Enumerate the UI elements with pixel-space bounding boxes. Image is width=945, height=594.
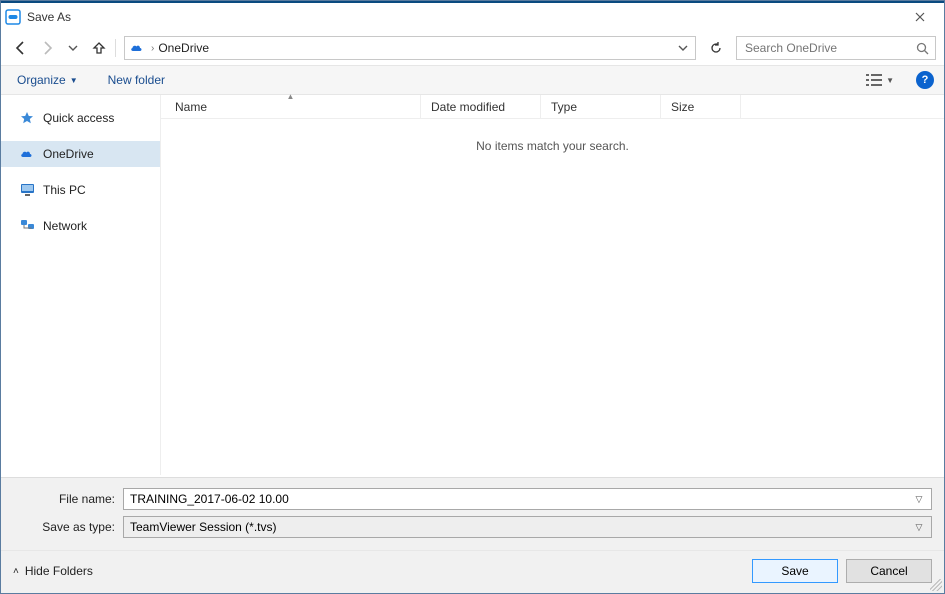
organize-button[interactable]: Organize ▼ bbox=[11, 70, 84, 90]
hide-folders-label: Hide Folders bbox=[25, 564, 93, 578]
monitor-icon bbox=[19, 182, 35, 198]
column-date[interactable]: Date modified bbox=[421, 95, 541, 118]
column-label: Size bbox=[671, 100, 694, 114]
breadcrumb[interactable]: › OneDrive bbox=[151, 41, 209, 55]
forward-button[interactable] bbox=[35, 36, 59, 60]
navpane-network[interactable]: Network bbox=[1, 213, 160, 239]
save-button[interactable]: Save bbox=[752, 559, 838, 583]
search-icon bbox=[916, 42, 929, 55]
column-name[interactable]: ▲ Name bbox=[161, 95, 421, 118]
navpane-this-pc[interactable]: This PC bbox=[1, 177, 160, 203]
navpane-label: OneDrive bbox=[43, 147, 94, 161]
onedrive-icon bbox=[19, 146, 35, 162]
chevron-down-icon: ▼ bbox=[886, 76, 894, 85]
empty-list-message: No items match your search. bbox=[161, 119, 944, 475]
column-size[interactable]: Size bbox=[661, 95, 741, 118]
nav-separator bbox=[115, 39, 116, 57]
refresh-button[interactable] bbox=[704, 36, 728, 60]
sort-indicator-icon: ▲ bbox=[287, 92, 295, 101]
title-bar: Save As bbox=[1, 3, 944, 31]
navpane-label: Quick access bbox=[43, 111, 114, 125]
address-bar[interactable]: › OneDrive bbox=[124, 36, 696, 60]
chevron-down-icon[interactable]: ▽ bbox=[911, 494, 927, 505]
search-input[interactable] bbox=[743, 40, 916, 56]
column-label: Type bbox=[551, 100, 577, 114]
navpane-label: This PC bbox=[43, 183, 86, 197]
toolbar: Organize ▼ New folder ▼ ? bbox=[1, 65, 944, 95]
close-button[interactable] bbox=[900, 3, 940, 31]
save-type-input[interactable] bbox=[128, 519, 911, 535]
navpane-label: Network bbox=[43, 219, 87, 233]
nav-row: › OneDrive bbox=[1, 31, 944, 65]
window-title: Save As bbox=[27, 10, 71, 24]
save-type-combo[interactable]: ▽ bbox=[123, 516, 932, 538]
navigation-pane: Quick access OneDrive This PC Network bbox=[1, 95, 161, 475]
chevron-down-icon[interactable]: ▽ bbox=[911, 522, 927, 533]
chevron-right-icon: › bbox=[151, 43, 154, 54]
navpane-onedrive[interactable]: OneDrive bbox=[1, 141, 160, 167]
breadcrumb-location[interactable]: OneDrive bbox=[158, 41, 209, 55]
address-dropdown[interactable] bbox=[675, 43, 691, 53]
help-button[interactable]: ? bbox=[916, 71, 934, 89]
cancel-button[interactable]: Cancel bbox=[846, 559, 932, 583]
star-icon bbox=[19, 110, 35, 126]
onedrive-icon bbox=[129, 40, 145, 56]
hide-folders-button[interactable]: ˄ Hide Folders bbox=[13, 564, 93, 578]
file-list-pane: ▲ Name Date modified Type Size No items … bbox=[161, 95, 944, 475]
resize-grip[interactable] bbox=[930, 579, 942, 591]
new-folder-label: New folder bbox=[108, 73, 165, 87]
organize-label: Organize bbox=[17, 73, 66, 87]
app-icon bbox=[5, 9, 21, 25]
network-icon bbox=[19, 218, 35, 234]
chevron-up-icon: ˄ bbox=[13, 566, 19, 577]
file-name-label: File name: bbox=[13, 492, 123, 506]
file-name-input[interactable] bbox=[128, 491, 911, 507]
button-label: Save bbox=[781, 564, 808, 578]
column-type[interactable]: Type bbox=[541, 95, 661, 118]
column-headers: ▲ Name Date modified Type Size bbox=[161, 95, 944, 119]
chevron-down-icon: ▼ bbox=[70, 76, 78, 85]
up-button[interactable] bbox=[87, 36, 111, 60]
file-name-combo[interactable]: ▽ bbox=[123, 488, 932, 510]
new-folder-button[interactable]: New folder bbox=[102, 70, 171, 90]
button-label: Cancel bbox=[870, 564, 907, 578]
navpane-quick-access[interactable]: Quick access bbox=[1, 105, 160, 131]
back-button[interactable] bbox=[9, 36, 33, 60]
search-box[interactable] bbox=[736, 36, 936, 60]
view-options-button[interactable]: ▼ bbox=[862, 71, 898, 89]
column-label: Date modified bbox=[431, 100, 505, 114]
help-icon: ? bbox=[922, 74, 929, 86]
recent-locations-button[interactable] bbox=[61, 36, 85, 60]
save-type-label: Save as type: bbox=[13, 520, 123, 534]
column-label: Name bbox=[175, 100, 207, 114]
